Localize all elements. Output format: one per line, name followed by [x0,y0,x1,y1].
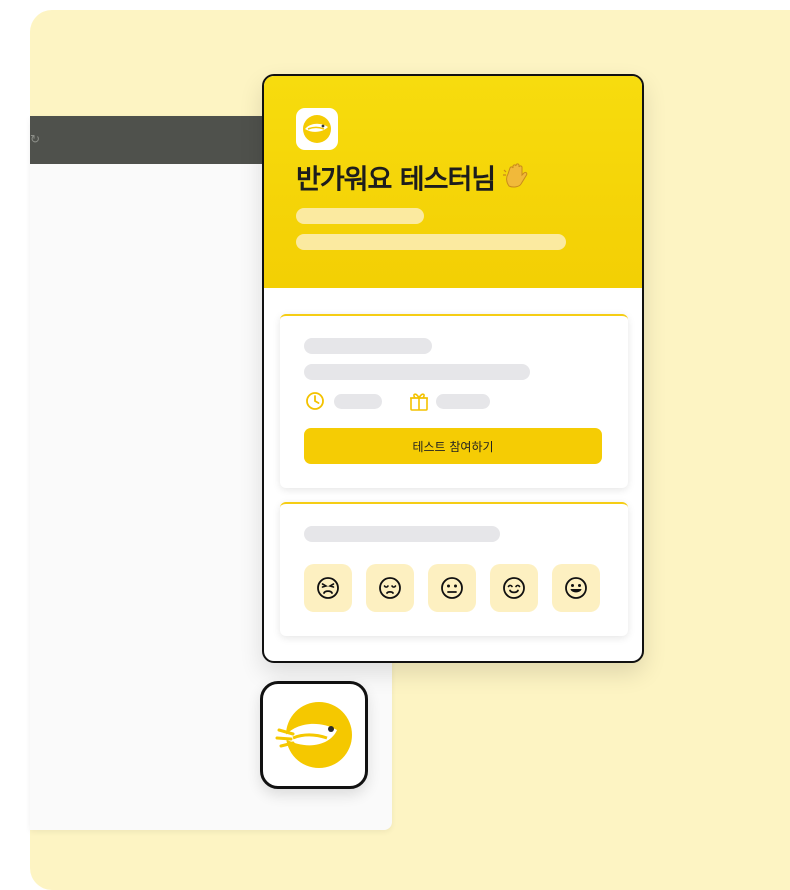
bird-logo-icon [275,702,352,768]
time-placeholder [334,394,382,409]
very-good-face-icon [565,577,587,599]
refresh-icon[interactable]: ↻ [30,132,42,146]
test-title-placeholder [304,338,432,354]
good-face-icon [503,577,525,599]
very-bad-face-icon [317,577,339,599]
widget-launcher-button[interactable] [260,681,368,789]
emoji-rating-row [304,564,600,612]
widget-header: 반가워요 테스터님 [264,76,642,288]
very-good-rating-button[interactable] [552,564,600,612]
greeting-text: 반가워요 테스터님 [296,164,496,196]
join-test-button[interactable]: 테스트 참여하기 [304,428,602,464]
reward-placeholder [436,394,490,409]
test-card: 테스트 참여하기 [280,314,628,488]
good-rating-button[interactable] [490,564,538,612]
neutral-rating-button[interactable] [428,564,476,612]
neutral-face-icon [441,577,463,599]
test-description-placeholder [304,364,530,380]
bird-logo-icon [296,108,338,150]
very-bad-rating-button[interactable] [304,564,352,612]
greeting-title: 반가워요 테스터님 [296,160,531,200]
header-placeholder-line [296,208,424,224]
bad-face-icon [379,577,401,599]
waving-hand-icon [501,160,531,202]
bad-rating-button[interactable] [366,564,414,612]
feedback-question-placeholder [304,526,500,542]
feedback-widget-panel: 반가워요 테스터님 테스트 참여하기 [262,74,644,663]
clock-icon [304,390,326,412]
gift-icon [408,390,430,412]
feedback-card [280,502,628,636]
header-placeholder-line [296,234,566,250]
